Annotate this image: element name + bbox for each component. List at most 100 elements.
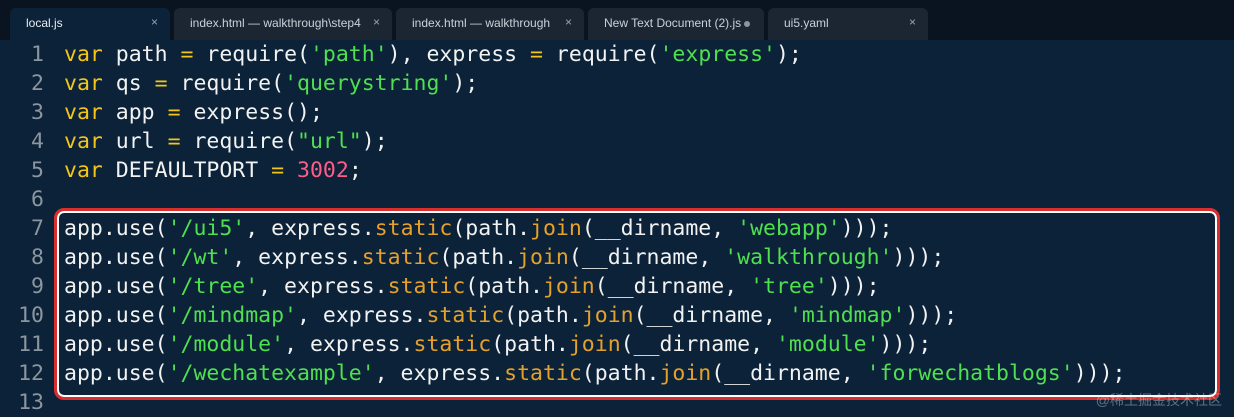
code-token: join <box>530 216 582 241</box>
line-number: 12 <box>0 359 44 388</box>
code-line[interactable]: 7app.use('/ui5', express.static(path.joi… <box>0 214 1234 243</box>
code-token: require( <box>543 42 660 67</box>
code-token: var <box>64 42 103 67</box>
code-token: '/mindmap' <box>168 303 297 328</box>
code-token: ; <box>349 158 362 183</box>
code-token: static <box>375 216 453 241</box>
close-icon[interactable]: × <box>565 15 572 29</box>
code-token: = <box>181 42 194 67</box>
code-token: static <box>414 332 492 357</box>
code-token: (__dirname, <box>621 332 776 357</box>
tab-new-text-document[interactable]: New Text Document (2).js <box>588 8 764 40</box>
code-token: '/tree' <box>168 274 259 299</box>
close-icon[interactable]: × <box>373 15 380 29</box>
code-token: 'querystring' <box>284 71 452 96</box>
code-token <box>284 158 297 183</box>
tab-label: index.html — walkthrough\step4 <box>190 16 361 30</box>
tab-ui5-yaml[interactable]: ui5.yaml × <box>768 8 928 40</box>
code-token: join <box>659 361 711 386</box>
line-number: 7 <box>0 214 44 243</box>
code-token: 'tree' <box>750 274 828 299</box>
code-token: (path. <box>465 274 543 299</box>
code-token: (path. <box>491 332 569 357</box>
code-line[interactable]: 9 app.use('/tree', express.static(path.jo… <box>0 272 1234 301</box>
code-line[interactable]: 5 var DEFAULTPORT = 3002; <box>0 156 1234 185</box>
code-token: , express. <box>284 332 413 357</box>
close-icon[interactable]: × <box>909 15 916 29</box>
code-token: ))); <box>880 332 932 357</box>
code-token: app.use( <box>64 274 168 299</box>
code-text: var DEFAULTPORT = 3002; <box>64 156 362 185</box>
code-token: 'express' <box>659 42 776 67</box>
code-token: (path. <box>439 245 517 270</box>
line-number: 5 <box>0 156 44 185</box>
code-token: , express. <box>375 361 504 386</box>
code-token: path <box>103 42 181 67</box>
code-token: ))); <box>905 303 957 328</box>
code-token: join <box>543 274 595 299</box>
code-line[interactable]: 6 <box>0 185 1234 214</box>
code-token: (path. <box>504 303 582 328</box>
close-icon[interactable]: × <box>151 15 158 29</box>
line-number: 3 <box>0 98 44 127</box>
code-line[interactable]: 11 app.use('/module', express.static(path… <box>0 330 1234 359</box>
code-text: app.use('/tree', express.static(path.joi… <box>64 272 880 301</box>
code-line[interactable]: 10app.use('/mindmap', express.static(pat… <box>0 301 1234 330</box>
line-number: 9 <box>0 272 44 301</box>
code-line[interactable]: 13 <box>0 388 1234 417</box>
code-token: DEFAULTPORT <box>103 158 271 183</box>
code-line[interactable]: 3var app = express(); <box>0 98 1234 127</box>
tab-index-html-walkthrough[interactable]: index.html — walkthrough × <box>396 8 584 40</box>
code-line[interactable]: 12 app.use('/wechatexample', express.stat… <box>0 359 1234 388</box>
code-token: ); <box>452 71 478 96</box>
code-editor[interactable]: 1var path = require('path'), express = r… <box>0 40 1234 416</box>
tab-label: New Text Document (2).js <box>604 16 741 30</box>
code-text: app.use('/module', express.static(path.j… <box>64 330 931 359</box>
code-token: require( <box>168 71 285 96</box>
code-token: (__dirname, <box>634 303 789 328</box>
code-token: app.use( <box>64 332 168 357</box>
line-number: 10 <box>0 301 44 330</box>
code-token: (path. <box>452 216 530 241</box>
code-line[interactable]: 2var qs = require('querystring'); <box>0 69 1234 98</box>
code-token: , express. <box>258 274 387 299</box>
code-token: (__dirname, <box>582 216 737 241</box>
line-number: 6 <box>0 185 44 214</box>
tab-label: local.js <box>26 16 63 30</box>
tab-local-js[interactable]: local.js × <box>10 8 170 40</box>
tab-index-html-step4[interactable]: index.html — walkthrough\step4 × <box>174 8 392 40</box>
line-number: 4 <box>0 127 44 156</box>
line-number: 8 <box>0 243 44 272</box>
code-token: ))); <box>893 245 945 270</box>
code-token: (__dirname, <box>569 245 724 270</box>
code-token: '/module' <box>168 332 285 357</box>
code-token: join <box>569 332 621 357</box>
code-token: ))); <box>828 274 880 299</box>
code-token: 'walkthrough' <box>724 245 892 270</box>
line-number: 11 <box>0 330 44 359</box>
unsaved-dot-icon <box>744 21 750 27</box>
code-token: (__dirname, <box>595 274 750 299</box>
code-token: '/ui5' <box>168 216 246 241</box>
code-text: app.use('/wechatexample', express.static… <box>64 359 1125 388</box>
tab-bar: local.js × index.html — walkthrough\step… <box>0 0 1234 40</box>
code-token: static <box>362 245 440 270</box>
code-token: ), express <box>388 42 530 67</box>
code-token: qs <box>103 71 155 96</box>
tab-label: index.html — walkthrough <box>412 16 550 30</box>
code-line[interactable]: 4var url = require("url"); <box>0 127 1234 156</box>
code-text: app.use('/wt', express.static(path.join(… <box>64 243 944 272</box>
code-text: var path = require('path'), express = re… <box>64 40 802 69</box>
code-token: app.use( <box>64 216 168 241</box>
code-token: ))); <box>1074 361 1126 386</box>
code-line[interactable]: 1var path = require('path'), express = r… <box>0 40 1234 69</box>
code-token: var <box>64 158 103 183</box>
code-token: = <box>155 71 168 96</box>
code-line[interactable]: 8 app.use('/wt', express.static(path.join… <box>0 243 1234 272</box>
code-token: 'mindmap' <box>789 303 906 328</box>
code-token: = <box>530 42 543 67</box>
code-token: (path. <box>582 361 660 386</box>
code-token: 'path' <box>310 42 388 67</box>
code-token: , express. <box>297 303 426 328</box>
tab-label: ui5.yaml <box>784 16 829 30</box>
